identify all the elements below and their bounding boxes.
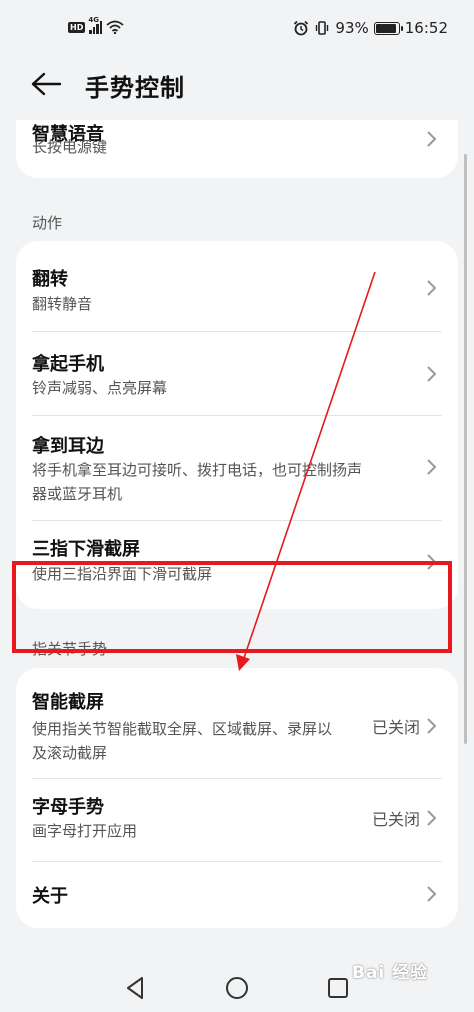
network-label: 4G — [88, 16, 99, 24]
status-left: HD 4G — [68, 16, 124, 34]
triangle-back-icon[interactable] — [122, 974, 150, 1002]
status-bar: HD 4G 93% 16:52 — [0, 0, 474, 60]
chevron-right-icon — [427, 718, 437, 734]
row-subtitle: 将手机拿至耳边可接听、拨打电话，也可控制扬声器或蓝牙耳机 — [32, 461, 363, 503]
row-title: 智能截屏 — [32, 692, 104, 713]
chevron-right-icon — [427, 554, 437, 570]
chevron-right-icon — [427, 886, 437, 902]
row-subtitle: 使用三指沿界面下滑可截屏 — [32, 565, 213, 583]
battery-icon — [373, 21, 403, 35]
page-title: 手势控制 — [85, 74, 185, 102]
row-title: 翻转 — [32, 269, 68, 290]
chevron-right-icon — [427, 459, 437, 475]
row-value: 已关闭 — [371, 810, 420, 829]
row-subtitle: 翻转静音 — [32, 295, 93, 313]
section-header-knuckle: 指关节手势 — [32, 640, 108, 658]
row-smart-voice[interactable]: 智慧语音 长按电源键 — [16, 120, 458, 178]
watermark: Bai 经验 — [352, 963, 429, 983]
row-smart-screenshot[interactable]: 智能截屏 使用指关节智能截取全屏、区域截屏、录屏以及滚动截屏 已关闭 — [16, 668, 458, 778]
signal-icon: 4G — [88, 16, 103, 34]
vibrate-icon — [316, 21, 329, 35]
row-subtitle: 画字母打开应用 — [32, 822, 138, 840]
section-header-actions: 动作 — [32, 214, 63, 232]
row-flip[interactable]: 翻转 翻转静音 — [16, 241, 458, 331]
clock: 16:52 — [404, 19, 448, 37]
circle-home-icon[interactable] — [223, 974, 251, 1002]
card-knuckle: 智能截屏 使用指关节智能截取全屏、区域截屏、录屏以及滚动截屏 已关闭 字母手势 … — [16, 668, 458, 928]
chevron-right-icon — [427, 810, 437, 826]
status-right: 93% 16:52 — [293, 19, 448, 37]
row-title: 三指下滑截屏 — [32, 539, 140, 560]
row-title: 拿到耳边 — [32, 436, 104, 457]
row-subtitle: 长按电源键 — [32, 138, 108, 156]
row-raise-to-ear[interactable]: 拿到耳边 将手机拿至耳边可接听、拨打电话，也可控制扬声器或蓝牙耳机 — [16, 416, 458, 520]
row-title: 关于 — [32, 886, 68, 907]
row-three-finger-screenshot[interactable]: 三指下滑截屏 使用三指沿界面下滑可截屏 — [16, 521, 458, 609]
row-about[interactable]: 关于 — [16, 862, 458, 928]
arrow-left-icon — [31, 72, 62, 96]
settings-list[interactable]: 智慧语音 长按电源键 动作 翻转 翻转静音 拿起手机 铃声减弱、点亮屏幕 拿到耳… — [0, 120, 474, 940]
row-value: 已关闭 — [371, 718, 420, 737]
card-actions: 翻转 翻转静音 拿起手机 铃声减弱、点亮屏幕 拿到耳边 将手机拿至耳边可接听、拨… — [16, 241, 458, 609]
square-recent-icon[interactable] — [324, 974, 352, 1002]
row-pick-up[interactable]: 拿起手机 铃声减弱、点亮屏幕 — [16, 332, 458, 415]
wifi-icon — [106, 20, 124, 34]
row-title: 拿起手机 — [32, 354, 104, 375]
row-subtitle: 铃声减弱、点亮屏幕 — [32, 379, 168, 397]
hd-badge: HD — [68, 21, 86, 33]
battery-percent: 93% — [335, 19, 369, 37]
scrollbar[interactable] — [464, 154, 467, 744]
card-voice: 智慧语音 长按电源键 — [16, 120, 458, 178]
row-subtitle: 使用指关节智能截取全屏、区域截屏、录屏以及滚动截屏 — [32, 720, 333, 762]
chevron-right-icon — [427, 131, 437, 147]
chevron-right-icon — [427, 366, 437, 382]
row-letter-gesture[interactable]: 字母手势 画字母打开应用 已关闭 — [16, 779, 458, 861]
alarm-icon — [294, 20, 309, 36]
chevron-right-icon — [427, 280, 437, 296]
app-header: 手势控制 — [0, 60, 474, 120]
row-title: 字母手势 — [32, 797, 104, 818]
back-button[interactable] — [30, 70, 64, 100]
